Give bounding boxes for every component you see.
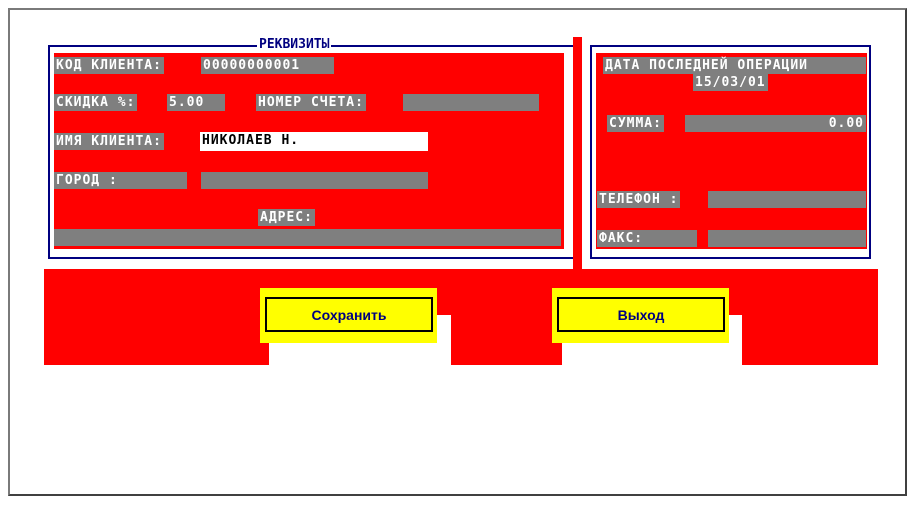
client-name-label: ИМЯ КЛИЕНТА:: [54, 133, 164, 150]
address-label: АДРЕС:: [258, 209, 315, 226]
requisites-title: РЕКВИЗИТЫ: [257, 37, 332, 52]
fax-field[interactable]: [708, 230, 866, 247]
exit-button-frame: Выход: [552, 288, 729, 343]
phone-label: ТЕЛЕФОН :: [597, 191, 681, 208]
fax-label: ФАКС:: [597, 230, 697, 247]
discount-field[interactable]: 5.00: [167, 94, 225, 111]
panel-divider: [573, 37, 582, 269]
button-band-lower-mid: [451, 303, 562, 365]
button-band-lower-left: [44, 303, 269, 365]
sum-field[interactable]: 0.00: [685, 115, 866, 132]
app-window: РЕКВИЗИТЫ КОД КЛИЕНТА: 00000000001 СКИДК…: [8, 8, 907, 496]
client-code-field[interactable]: 00000000001: [201, 57, 334, 74]
address-field[interactable]: [54, 229, 561, 246]
account-label: НОМЕР СЧЕТА:: [256, 94, 366, 111]
city-field[interactable]: [201, 172, 428, 189]
discount-label: СКИДКА %:: [54, 94, 138, 111]
city-label: ГОРОД :: [54, 172, 187, 189]
client-code-label: КОД КЛИЕНТА:: [54, 57, 164, 74]
last-operation-date: 15/03/01: [693, 74, 768, 91]
save-button-frame: Сохранить: [260, 288, 437, 343]
account-field[interactable]: [403, 94, 539, 111]
button-band-lower-right: [742, 303, 878, 365]
last-operation-label: ДАТА ПОСЛЕДНЕЙ ОПЕРАЦИИ: [603, 57, 866, 74]
button-band-notch: [437, 303, 451, 315]
save-button[interactable]: Сохранить: [265, 297, 433, 332]
sum-label: СУММА:: [607, 115, 664, 132]
exit-button[interactable]: Выход: [557, 297, 725, 332]
requisites-panel: [48, 45, 581, 259]
button-band-notch-2: [729, 303, 742, 315]
phone-field[interactable]: [708, 191, 866, 208]
client-name-field[interactable]: НИКОЛАЕВ Н.: [200, 132, 428, 151]
